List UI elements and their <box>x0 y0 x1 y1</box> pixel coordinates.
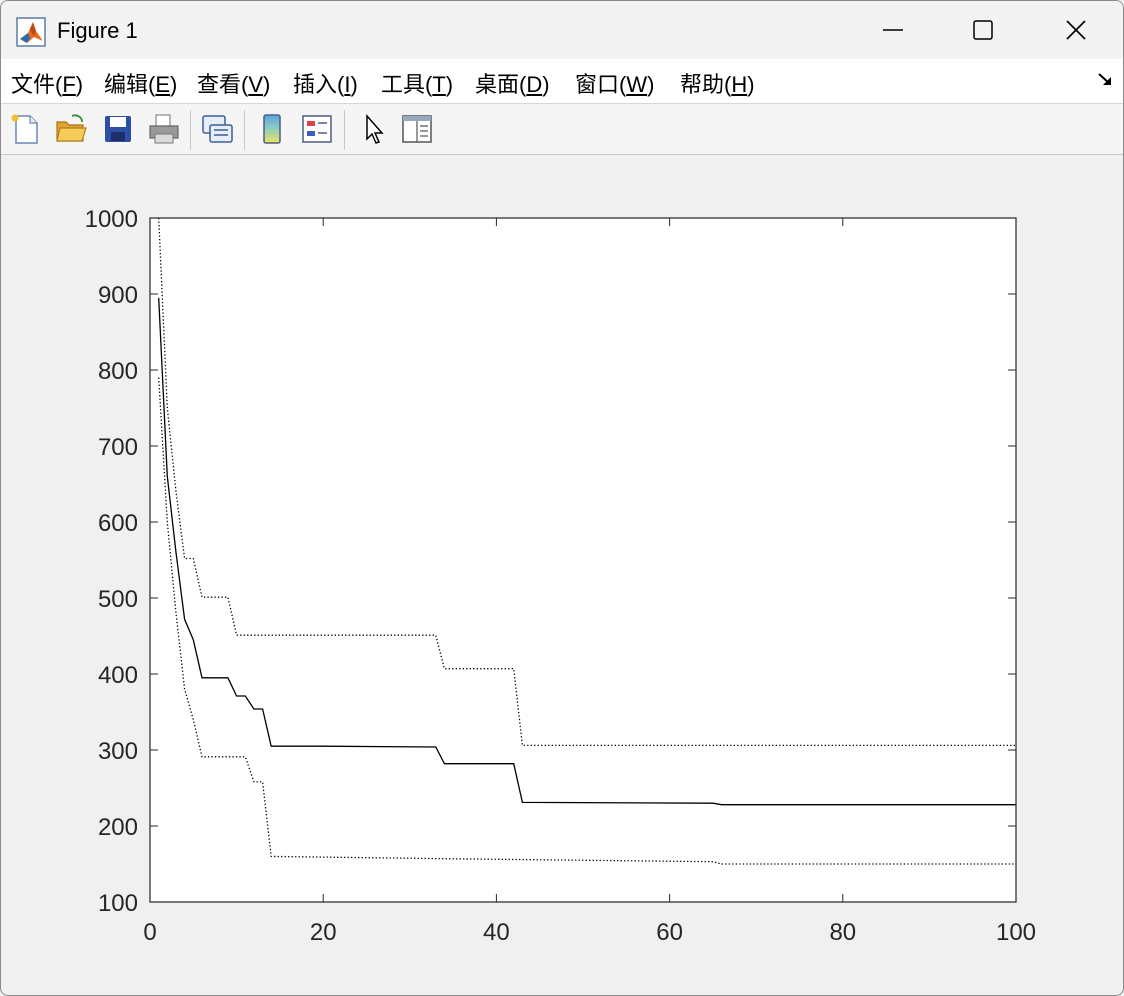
menu-tools[interactable]: 工具(T) <box>381 67 453 99</box>
y-tick-label: 300 <box>98 738 138 765</box>
axes-background <box>150 218 1016 902</box>
menu-view[interactable]: 查看(V) <box>197 67 270 99</box>
menu-window[interactable]: 窗口(W) <box>575 67 654 99</box>
y-tick-label: 600 <box>98 510 138 537</box>
y-tick-label: 900 <box>98 282 138 309</box>
x-tick-label: 80 <box>829 919 856 946</box>
pointer-icon[interactable] <box>358 112 392 146</box>
colorbar-icon[interactable] <box>255 112 289 146</box>
window-title: Figure 1 <box>57 18 138 43</box>
matlab-logo-icon <box>16 17 46 47</box>
print-icon[interactable] <box>147 112 181 146</box>
close-icon <box>1066 20 1086 40</box>
open-file-icon[interactable] <box>54 112 88 146</box>
close-button[interactable] <box>1030 1 1122 59</box>
toolbar-separator <box>190 110 191 150</box>
y-tick-label: 700 <box>98 434 138 461</box>
y-tick-label: 500 <box>98 586 138 613</box>
toolbar-separator <box>244 110 245 150</box>
menu-bar: 文件(F) 编辑(E) 查看(V) 插入(I) 工具(T) 桌面(D) 窗口(W… <box>1 59 1123 103</box>
y-tick-label: 800 <box>98 358 138 385</box>
figure-window: Figure 1 文件(F) 编辑(E) 查看(V) 插入(I) 工具(T) 桌… <box>0 0 1124 996</box>
maximize-icon <box>973 20 993 40</box>
y-tick-label: 400 <box>98 662 138 689</box>
x-tick-label: 20 <box>310 919 337 946</box>
x-tick-label: 40 <box>483 919 510 946</box>
menu-edit[interactable]: 编辑(E) <box>104 67 177 99</box>
menu-file[interactable]: 文件(F) <box>11 67 83 99</box>
y-tick-label: 1000 <box>85 206 138 233</box>
new-figure-icon[interactable] <box>9 112 43 146</box>
figure-canvas: 0 20 40 60 80 100 100 200 300 400 500 600 700 800 900 1… <box>85 206 1036 946</box>
x-tick-label: 0 <box>143 919 156 946</box>
plot-area: 0 20 40 60 80 100 100 200 300 400 500 600 700 800 900 1… <box>85 206 1036 946</box>
menu-insert[interactable]: 插入(I) <box>293 67 358 99</box>
x-tick-label: 60 <box>656 919 683 946</box>
property-editor-icon[interactable] <box>400 112 434 146</box>
save-icon[interactable] <box>101 112 135 146</box>
minimize-icon <box>883 29 903 31</box>
x-tick-label: 100 <box>996 919 1036 946</box>
toolbar <box>1 103 1123 155</box>
y-tick-label: 100 <box>98 890 138 917</box>
y-tick-label: 200 <box>98 814 138 841</box>
minimize-button[interactable] <box>847 1 939 59</box>
toolbar-separator <box>344 110 345 150</box>
dock-arrow-icon[interactable] <box>1097 71 1115 89</box>
maximize-button[interactable] <box>937 1 1029 59</box>
menu-desktop[interactable]: 桌面(D) <box>475 67 550 99</box>
link-plot-icon[interactable] <box>200 112 234 146</box>
title-bar: Figure 1 <box>1 1 1123 59</box>
legend-icon[interactable] <box>300 112 334 146</box>
menu-help[interactable]: 帮助(H) <box>680 67 755 99</box>
